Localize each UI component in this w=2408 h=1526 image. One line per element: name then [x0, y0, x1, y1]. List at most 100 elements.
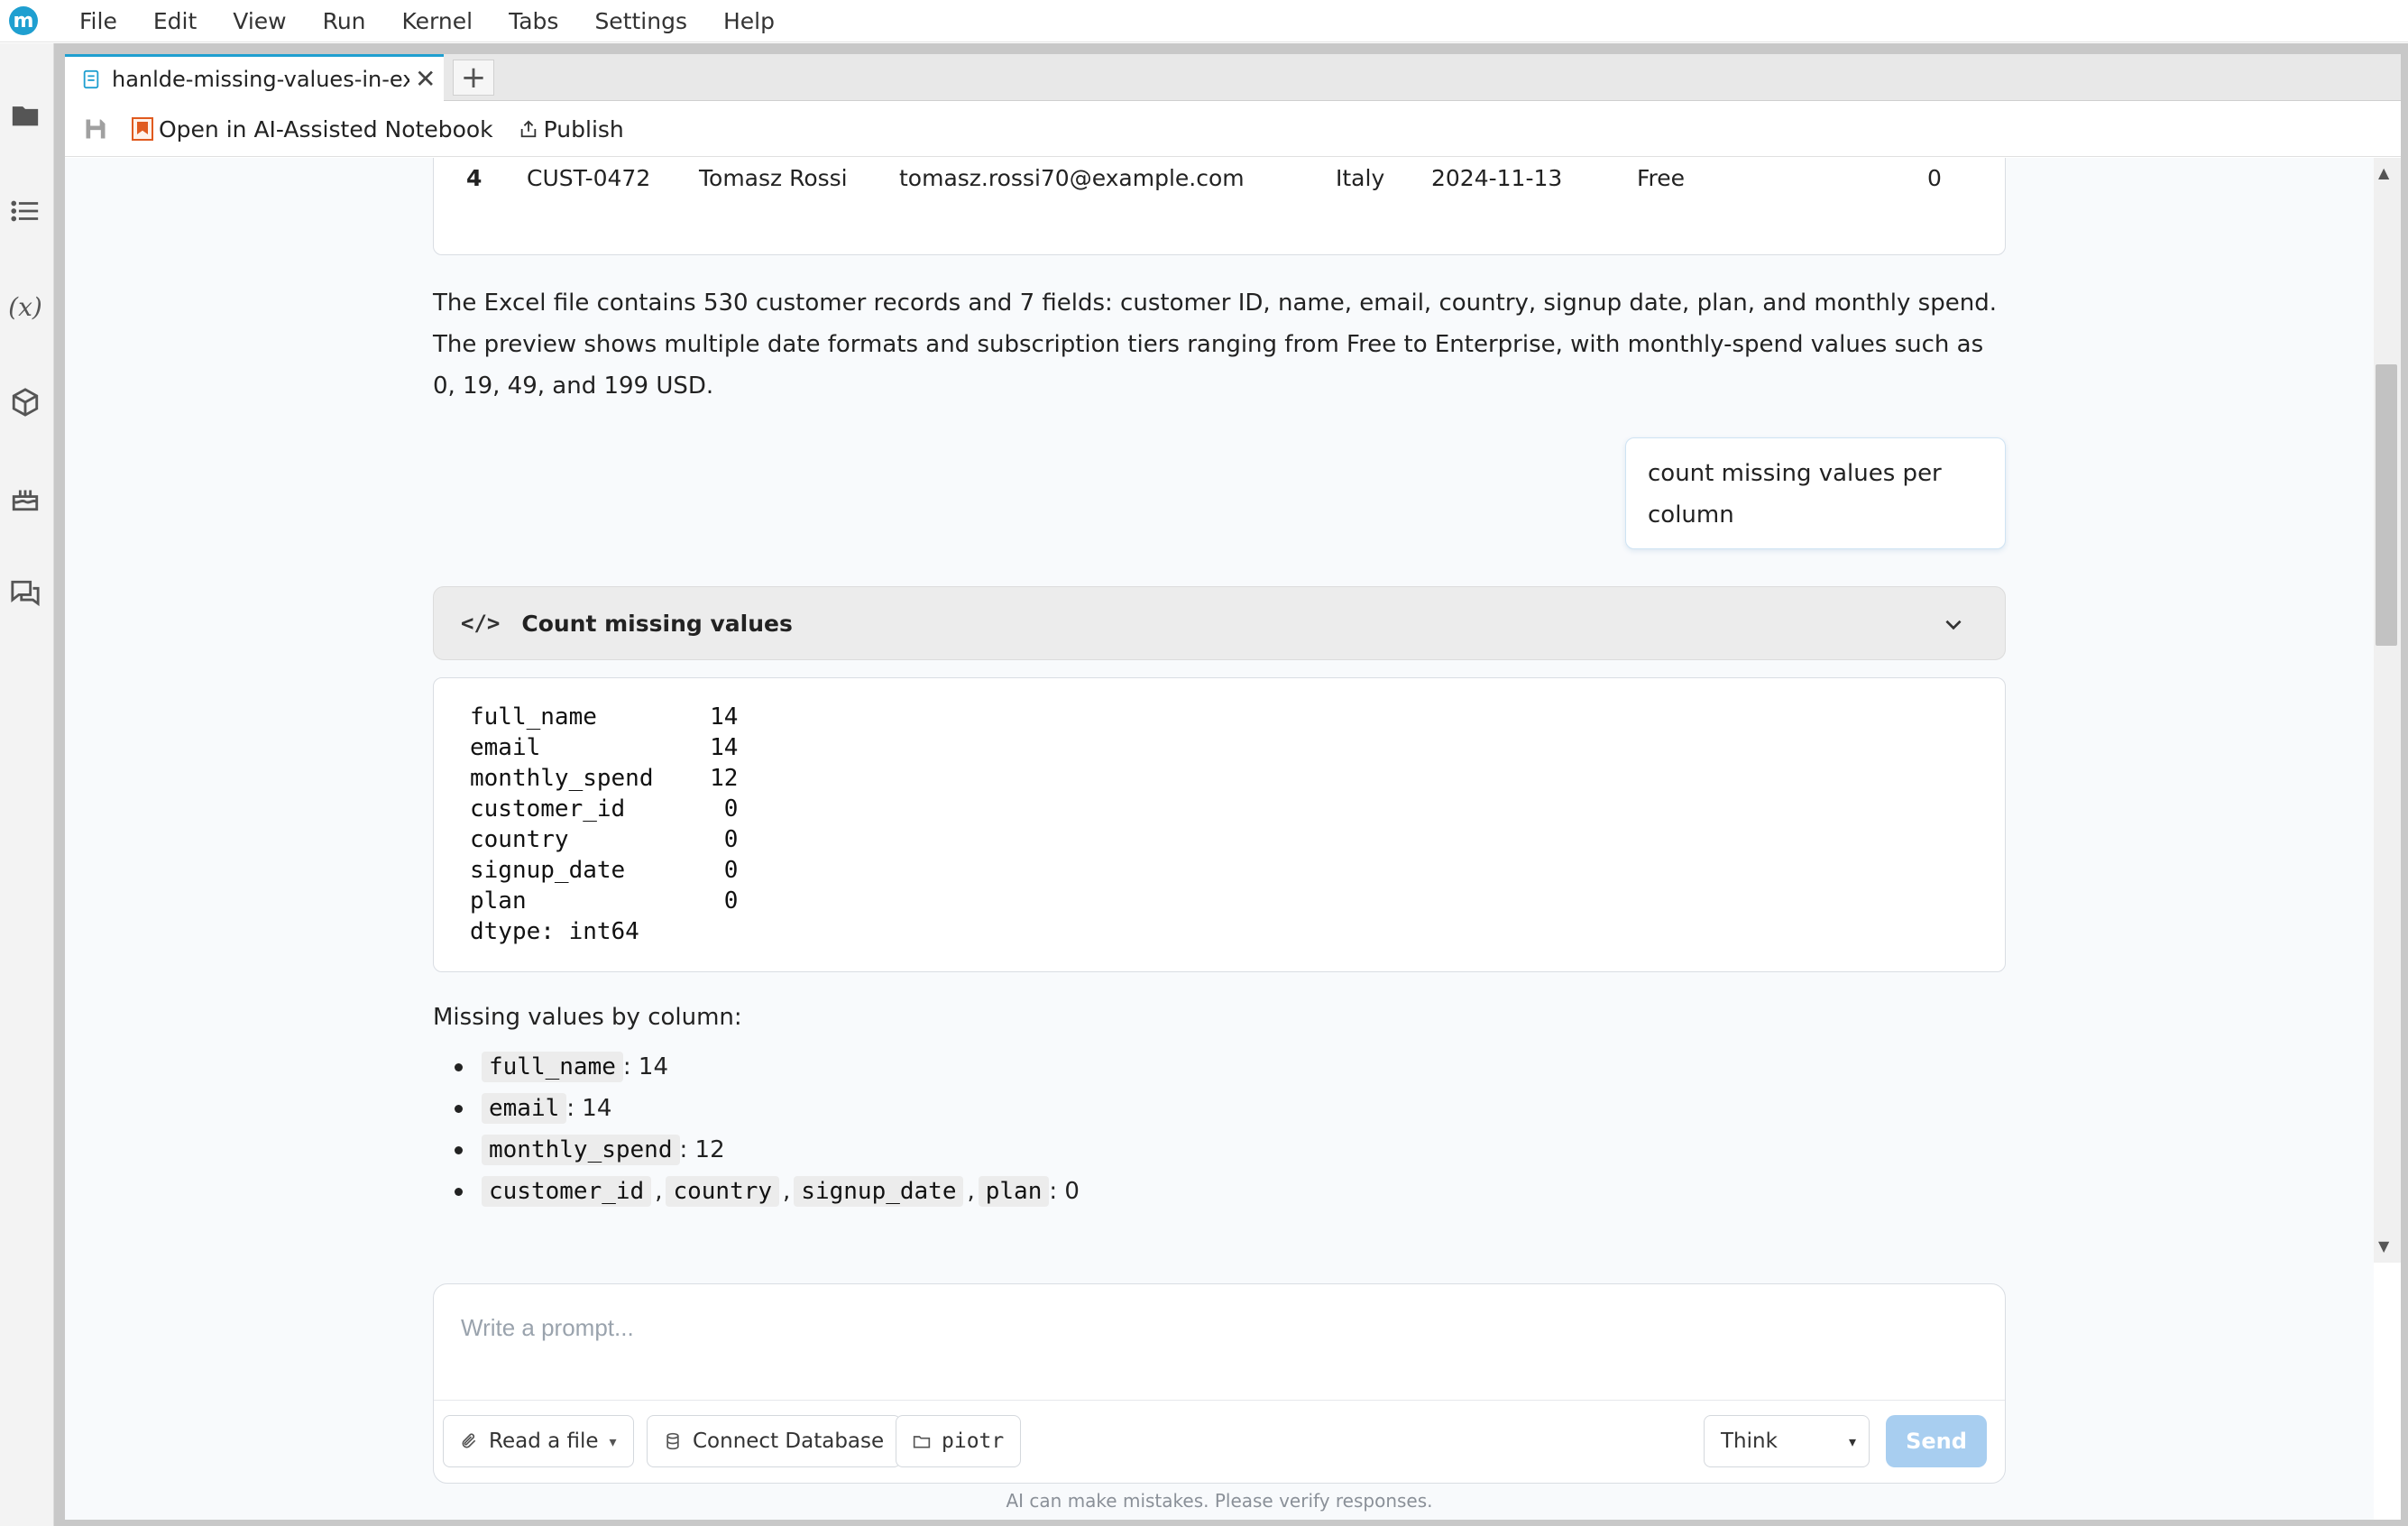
- new-tab-button[interactable]: +: [453, 60, 494, 96]
- send-button[interactable]: Send: [1886, 1415, 1987, 1467]
- cell-full-name: Tomasz Rossi: [699, 165, 848, 191]
- list-item-value: : 14: [622, 1053, 668, 1080]
- read-file-button[interactable]: Read a file ▾: [443, 1415, 634, 1467]
- menu-view[interactable]: View: [215, 0, 304, 42]
- list-item: monthly_spend : 12: [455, 1129, 1988, 1171]
- connect-database-label: Connect Database: [693, 1429, 885, 1453]
- tab-bar: hanlde-missing-values-in-exc ✕ +: [65, 54, 2401, 101]
- menu-bar: m File Edit View Run Kernel Tabs Setting…: [0, 0, 2408, 42]
- composer-divider: [434, 1400, 2005, 1401]
- disclaimer: AI can make mistakes. Please verify resp…: [1006, 1490, 1433, 1512]
- menu-help[interactable]: Help: [705, 0, 793, 42]
- summary-line: 0, 19, 49, and 199 USD.: [433, 372, 714, 400]
- left-sidebar: (x): [0, 43, 54, 1526]
- output-line: plan 0: [470, 887, 739, 915]
- output-line: dtype: int64: [470, 918, 639, 945]
- paperclip-icon: [462, 1433, 476, 1448]
- code-chip: monthly_spend: [482, 1135, 680, 1165]
- folder-label: piotr: [942, 1429, 1005, 1453]
- code-chip: customer_id: [482, 1176, 652, 1207]
- prompt-input[interactable]: [461, 1308, 1976, 1347]
- scroll-down-icon[interactable]: ▼: [2378, 1237, 2389, 1255]
- share-icon: [520, 120, 536, 138]
- mode-select[interactable]: Think ▾: [1704, 1415, 1870, 1467]
- chat-icon[interactable]: [0, 568, 51, 619]
- open-ai-notebook-label: Open in AI-Assisted Notebook: [159, 115, 493, 142]
- open-ai-notebook-button[interactable]: Open in AI-Assisted Notebook: [132, 116, 493, 142]
- assistant-summary: The Excel file contains 530 customer rec…: [433, 282, 2006, 407]
- code-chip: plan: [978, 1176, 1050, 1207]
- output-line: country 0: [470, 826, 739, 853]
- cell-monthly-spend: 0: [1927, 165, 1942, 191]
- bookmark-icon: [132, 117, 153, 141]
- publish-label: Publish: [543, 115, 624, 142]
- output-line: customer_id 0: [470, 795, 739, 823]
- scroll-up-icon[interactable]: ▲: [2378, 164, 2389, 181]
- separator: ,: [783, 1178, 791, 1205]
- menu-tabs[interactable]: Tabs: [491, 0, 576, 42]
- variables-icon[interactable]: (x): [0, 281, 51, 332]
- code-chip: full_name: [482, 1052, 623, 1082]
- code-chip: country: [666, 1176, 780, 1207]
- notebook-toolbar: Open in AI-Assisted Notebook Publish: [65, 102, 2401, 157]
- database-icon: [666, 1432, 679, 1450]
- separator: ,: [655, 1178, 663, 1205]
- cell-customer-id: CUST-0472: [527, 165, 651, 191]
- chat-content: 4 CUST-0472 Tomasz Rossi tomasz.rossi70@…: [65, 158, 2374, 1520]
- list-item: full_name : 14: [455, 1046, 1988, 1088]
- menu-edit[interactable]: Edit: [135, 0, 215, 42]
- result-list: full_name : 14 email : 14 monthly_spend …: [455, 1046, 1988, 1212]
- notebook-icon: [83, 69, 99, 88]
- menu-file[interactable]: File: [61, 0, 135, 42]
- cell-email: tomasz.rossi70@example.com: [899, 165, 1245, 191]
- code-block-title: Count missing values: [521, 610, 793, 637]
- output-line: monthly_spend 12: [470, 765, 739, 792]
- list-item: customer_id , country , signup_date , pl…: [455, 1171, 1988, 1212]
- prompt-composer: Read a file ▾ Connect Database piotr Thi…: [433, 1283, 2006, 1484]
- folder-open-icon: [913, 1436, 931, 1448]
- code-block-header[interactable]: </> Count missing values: [433, 586, 2006, 660]
- tab-notebook[interactable]: hanlde-missing-values-in-exc ✕: [65, 54, 444, 101]
- code-chip: email: [482, 1093, 567, 1124]
- menu-kernel[interactable]: Kernel: [384, 0, 492, 42]
- save-icon[interactable]: [83, 116, 108, 142]
- table-of-contents-icon[interactable]: [0, 186, 51, 236]
- output-line: email 14: [470, 734, 739, 761]
- output-line: full_name 14: [470, 703, 739, 731]
- list-item-value: : 14: [566, 1095, 612, 1122]
- list-item: email : 14: [455, 1088, 1988, 1129]
- separator: ,: [967, 1178, 975, 1205]
- connect-database-button[interactable]: Connect Database: [647, 1415, 902, 1467]
- summary-line: The Excel file contains 530 customer rec…: [433, 290, 1997, 317]
- output-line: signup_date 0: [470, 857, 739, 884]
- summary-line: The preview shows multiple date formats …: [433, 331, 1984, 358]
- chevron-down-icon: ▾: [1848, 1432, 1856, 1450]
- read-file-label: Read a file: [489, 1429, 599, 1453]
- code-chip: signup_date: [794, 1176, 964, 1207]
- menu-settings[interactable]: Settings: [576, 0, 705, 42]
- chevron-down-icon[interactable]: [1942, 612, 1965, 636]
- table-row: 4 CUST-0472 Tomasz Rossi tomasz.rossi70@…: [434, 158, 2005, 204]
- publish-button[interactable]: Publish: [519, 116, 624, 142]
- kernel-cake-icon[interactable]: [0, 473, 51, 523]
- row-index: 4: [466, 165, 483, 191]
- scrollbar[interactable]: [2374, 158, 2401, 1263]
- folder-icon[interactable]: [0, 90, 51, 141]
- cell-plan: Free: [1637, 165, 1686, 191]
- code-icon: </>: [461, 611, 501, 636]
- code-output: full_name 14 email 14 monthly_spend 12 c…: [433, 677, 2006, 972]
- preview-table: 4 CUST-0472 Tomasz Rossi tomasz.rossi70@…: [433, 158, 2006, 255]
- app-logo: m: [9, 6, 38, 35]
- cell-country: Italy: [1336, 165, 1385, 191]
- scrollbar-thumb[interactable]: [2376, 364, 2397, 646]
- folder-selector[interactable]: piotr: [896, 1415, 1022, 1467]
- result-heading: Missing values by column:: [433, 1004, 742, 1031]
- user-message: count missing values per column: [1625, 437, 2006, 549]
- mode-value: Think: [1721, 1429, 1778, 1453]
- menu-run[interactable]: Run: [305, 0, 384, 42]
- list-item-value: : 0: [1049, 1178, 1080, 1205]
- chevron-down-icon: ▾: [609, 1432, 617, 1450]
- extensions-icon[interactable]: [0, 377, 51, 427]
- close-icon[interactable]: ✕: [415, 64, 436, 94]
- cell-signup-date: 2024-11-13: [1431, 165, 1563, 191]
